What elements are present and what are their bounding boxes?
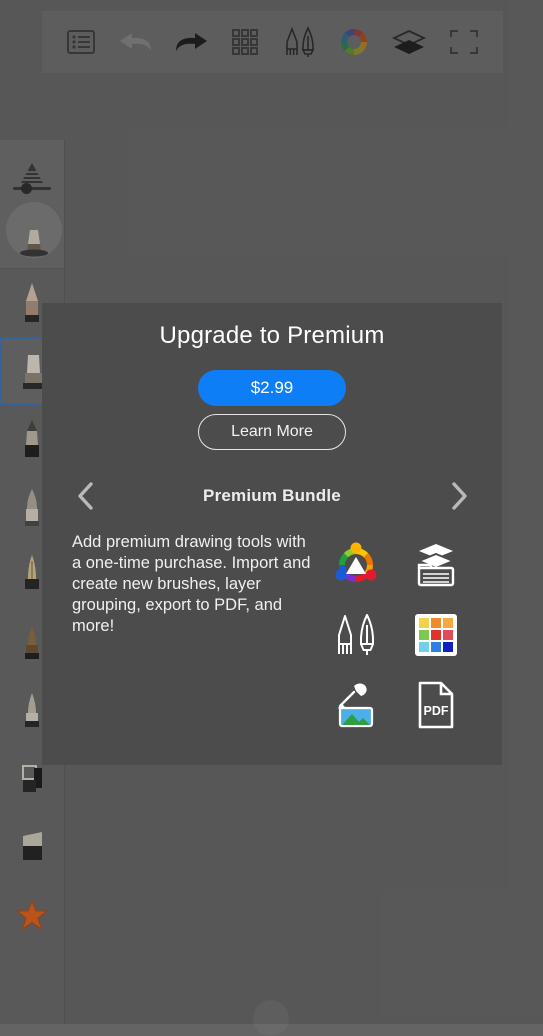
- brush-size-triangle-icon: [21, 162, 43, 183]
- brush-pen-icon[interactable]: [278, 20, 322, 64]
- bundle-description: Add premium drawing tools with a one-tim…: [72, 533, 311, 635]
- layers-icon[interactable]: [387, 20, 431, 64]
- eyedropper-image-icon: [330, 679, 382, 731]
- bundle-name: Premium Bundle: [203, 486, 341, 505]
- slider-knob[interactable]: [21, 182, 32, 194]
- bundle-carousel: Premium Bundle: [42, 476, 502, 516]
- swatch-palette-icon: [410, 609, 462, 661]
- price-button[interactable]: $2.99: [198, 370, 346, 406]
- brush-size-slider[interactable]: [0, 148, 64, 204]
- pdf-file-icon: PDF: [410, 679, 462, 731]
- slider-track[interactable]: [13, 182, 51, 194]
- brush-size-panel: [0, 140, 64, 269]
- brush-pen-icon: [330, 609, 382, 661]
- upgrade-premium-dialog: Upgrade to Premium $2.99 Learn More Prem…: [42, 303, 502, 765]
- feature-icon-grid: PDF: [316, 530, 476, 740]
- undo-arrow-icon[interactable]: [114, 20, 158, 64]
- home-indicator-dot: [253, 1000, 289, 1036]
- top-toolbar: [42, 11, 503, 73]
- redo-arrow-icon[interactable]: [169, 20, 213, 64]
- page-title: Upgrade to Premium: [159, 322, 385, 349]
- next-bundle-chevron-right-icon[interactable]: [442, 477, 476, 515]
- brush-item[interactable]: [0, 813, 64, 881]
- fullscreen-icon[interactable]: [442, 20, 486, 64]
- color-triangle-icon: [330, 539, 382, 591]
- learn-more-button[interactable]: Learn More: [198, 414, 346, 450]
- brush-item-favorites[interactable]: [0, 881, 64, 949]
- menu-list-icon[interactable]: [59, 20, 103, 64]
- prev-bundle-chevron-left-icon[interactable]: [68, 477, 102, 515]
- bundle-body: Add premium drawing tools with a one-tim…: [42, 530, 502, 740]
- purchase-buttons: $2.99 Learn More: [42, 370, 502, 450]
- layer-group-icon: [410, 539, 462, 591]
- pdf-label: PDF: [424, 704, 449, 718]
- color-wheel-icon[interactable]: [332, 20, 376, 64]
- brush-preview[interactable]: [6, 202, 62, 258]
- grid-icon[interactable]: [223, 20, 267, 64]
